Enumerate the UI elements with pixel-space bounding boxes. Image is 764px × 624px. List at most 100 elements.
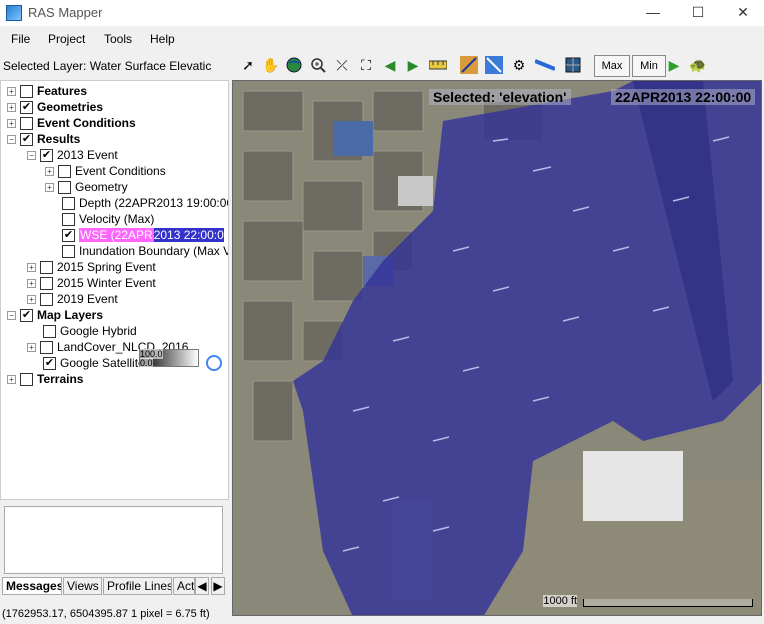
- title-bar: RAS Mapper — ☐ ✕: [0, 0, 764, 26]
- menu-tools[interactable]: Tools: [104, 32, 132, 46]
- tree-item-google-hybrid[interactable]: Google Hybrid: [43, 323, 137, 339]
- full-extent-icon[interactable]: ⛶: [356, 55, 376, 75]
- tree-item-velocity[interactable]: Velocity (Max): [62, 211, 154, 227]
- time-overlay: 22APR2013 22:00:00: [611, 89, 756, 105]
- tree-item-inundation[interactable]: Inundation Boundary (Max Val: [62, 243, 228, 259]
- expand-icon[interactable]: +: [7, 374, 16, 384]
- pointer-icon[interactable]: ➚: [238, 55, 258, 75]
- pan-hand-icon[interactable]: ✋: [261, 55, 281, 75]
- 3d-view-icon[interactable]: [563, 55, 583, 75]
- minimize-button[interactable]: —: [630, 0, 676, 26]
- checkbox[interactable]: [40, 340, 53, 354]
- min-button[interactable]: Min: [632, 55, 666, 77]
- maximize-button[interactable]: ☐: [675, 0, 721, 26]
- zoom-extent-icon[interactable]: ⤫: [332, 55, 352, 75]
- google-icon: [206, 355, 222, 371]
- collapse-icon[interactable]: −: [7, 310, 16, 320]
- toolbar: Selected Layer: Water Surface Elevatic ➚…: [0, 54, 764, 78]
- menu-bar: File Project Tools Help: [0, 28, 764, 50]
- tree-item-2013-event[interactable]: − ✔ 2013 Event: [27, 147, 118, 163]
- tree-item-depth[interactable]: Depth (22APR2013 19:00:00): [62, 195, 228, 211]
- back-arrow-icon[interactable]: ◀: [380, 55, 400, 75]
- colorbar-min: 0.0: [140, 358, 153, 368]
- close-button[interactable]: ✕: [720, 0, 764, 26]
- raster-query-icon[interactable]: [484, 55, 504, 75]
- checkbox[interactable]: ✔: [20, 132, 33, 146]
- globe-icon[interactable]: [284, 55, 304, 75]
- profile-line-icon[interactable]: [459, 55, 479, 75]
- tree-item-event-conditions-sub[interactable]: + Event Conditions: [45, 163, 166, 179]
- tab-scroll-left-icon[interactable]: ◀: [195, 577, 209, 595]
- checkbox[interactable]: [20, 372, 33, 386]
- window-title: RAS Mapper: [28, 5, 103, 20]
- selected-layer-label: Selected Layer: Water Surface Elevatic: [3, 59, 212, 73]
- tab-act[interactable]: Act: [173, 577, 195, 595]
- expand-icon[interactable]: +: [27, 262, 36, 272]
- tree-item-features[interactable]: + Features: [7, 83, 87, 99]
- expand-icon[interactable]: +: [7, 86, 16, 96]
- checkbox[interactable]: [40, 260, 53, 274]
- checkbox[interactable]: [40, 276, 53, 290]
- menu-help[interactable]: Help: [150, 32, 175, 46]
- expand-icon[interactable]: +: [27, 294, 36, 304]
- ras-mapper-window: RAS Mapper — ☐ ✕ File Project Tools Help…: [0, 0, 764, 624]
- checkbox[interactable]: [20, 84, 33, 98]
- checkbox[interactable]: [58, 164, 71, 178]
- tree-item-2019-event[interactable]: +2019 Event: [27, 291, 118, 307]
- map-view[interactable]: Selected: 'elevation' 22APR2013 22:00:00…: [232, 80, 762, 616]
- checkbox[interactable]: [58, 180, 71, 194]
- expand-icon[interactable]: +: [45, 182, 54, 192]
- checkbox[interactable]: ✔: [40, 148, 53, 162]
- tree-item-results[interactable]: − ✔ Results: [7, 131, 80, 147]
- collapse-icon[interactable]: −: [7, 134, 16, 144]
- tree-item-google-satellite[interactable]: ✔ Google Satellite: [43, 355, 145, 371]
- max-button[interactable]: Max: [594, 55, 630, 77]
- layer-tree: + Features + ✔ Geometries + Event Conditions…: [0, 80, 229, 500]
- satellite-map-image: [233, 81, 761, 615]
- app-icon: [6, 5, 22, 21]
- checkbox[interactable]: [20, 116, 33, 130]
- messages-panel[interactable]: [4, 506, 223, 574]
- expand-icon[interactable]: +: [27, 342, 36, 352]
- tab-messages[interactable]: Messages: [2, 577, 62, 595]
- expand-icon[interactable]: +: [27, 278, 36, 288]
- collapse-icon[interactable]: −: [27, 150, 36, 160]
- checkbox[interactable]: [62, 244, 75, 258]
- measure-ruler-icon[interactable]: [428, 55, 448, 75]
- menu-file[interactable]: File: [11, 32, 30, 46]
- scale-label: 1000 ft: [543, 595, 577, 607]
- checkbox[interactable]: ✔: [62, 228, 75, 242]
- expand-icon[interactable]: +: [7, 118, 16, 128]
- zoom-in-icon[interactable]: [308, 55, 328, 75]
- color-ramp-legend: 100.0 0.0: [139, 349, 199, 368]
- turtle-icon[interactable]: 🐢: [688, 55, 708, 75]
- scale-ruler: [583, 599, 753, 607]
- tree-item-map-layers[interactable]: − ✔ Map Layers: [7, 307, 103, 323]
- tree-item-2015-spring[interactable]: +2015 Spring Event: [27, 259, 156, 275]
- expand-icon[interactable]: +: [7, 102, 16, 112]
- settings-gear-icon[interactable]: ⚙: [509, 55, 529, 75]
- tab-profile-lines[interactable]: Profile Lines: [103, 577, 172, 595]
- play-icon[interactable]: ▶: [664, 55, 684, 75]
- checkbox[interactable]: ✔: [43, 356, 56, 370]
- tab-scroll-right-icon[interactable]: ▶: [211, 577, 225, 595]
- tree-item-geometry[interactable]: + Geometry: [45, 179, 128, 195]
- tree-item-geometries[interactable]: + ✔ Geometries: [7, 99, 103, 115]
- bottom-tabs: Messages Views Profile Lines Act ◀ ▶: [0, 576, 229, 596]
- checkbox[interactable]: [62, 212, 75, 226]
- expand-icon[interactable]: +: [45, 166, 54, 176]
- checkbox[interactable]: [43, 324, 56, 338]
- checkbox[interactable]: [62, 196, 75, 210]
- tree-item-wse[interactable]: ✔ WSE (22APR 2013 22:00:0: [62, 227, 224, 243]
- checkbox[interactable]: ✔: [20, 100, 33, 114]
- checkbox[interactable]: ✔: [20, 308, 33, 322]
- tab-views[interactable]: Views: [63, 577, 102, 595]
- checkbox[interactable]: [40, 292, 53, 306]
- menu-project[interactable]: Project: [48, 32, 85, 46]
- tree-item-terrains[interactable]: + Terrains: [7, 371, 83, 387]
- selected-layer-overlay: Selected: 'elevation': [429, 89, 571, 105]
- forward-arrow-icon[interactable]: ▶: [403, 55, 423, 75]
- animation-icon[interactable]: [535, 55, 555, 75]
- tree-item-2015-winter[interactable]: +2015 Winter Event: [27, 275, 156, 291]
- tree-item-event-conditions[interactable]: + Event Conditions: [7, 115, 136, 131]
